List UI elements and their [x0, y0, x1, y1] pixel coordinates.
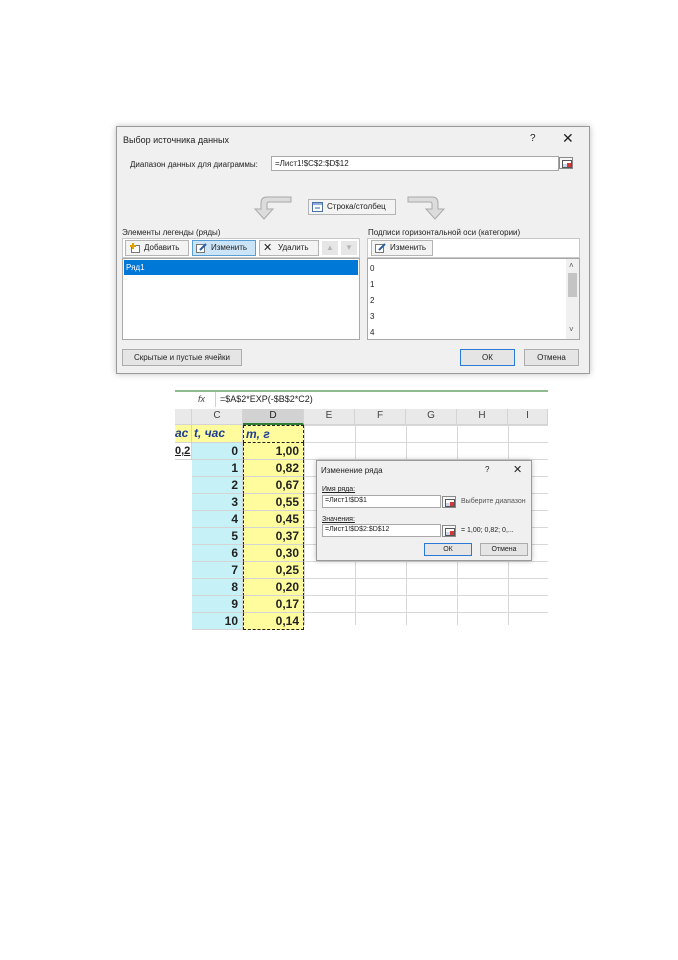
category-item[interactable]: 0	[370, 264, 374, 273]
cell-c[interactable]: 4	[192, 511, 243, 528]
cell-d[interactable]: 0,20	[243, 579, 304, 596]
column-header-b[interactable]	[175, 409, 192, 425]
move-down-icon[interactable]: ▼	[341, 241, 357, 255]
switch-icon	[312, 202, 323, 212]
formula-input[interactable]: =$A$2*EXP(-$B$2*C2)	[220, 394, 313, 404]
arrow-right-icon	[407, 196, 446, 220]
cell-c[interactable]: 2	[192, 477, 243, 494]
arrow-left-icon	[253, 196, 292, 220]
close-button[interactable]: ✕	[562, 130, 574, 147]
name-range-select-icon[interactable]	[442, 496, 456, 508]
header-cell-d[interactable]: m, г	[243, 425, 304, 443]
series-values-label: Значения:	[322, 516, 355, 523]
add-icon	[129, 243, 140, 253]
add-series-button[interactable]: Добавить	[125, 240, 189, 256]
values-range-select-icon[interactable]	[442, 525, 456, 537]
fx-icon[interactable]: fx	[198, 394, 205, 404]
column-header-i[interactable]: I	[508, 409, 548, 425]
legend-entries-label: Элементы легенды (ряды)	[122, 228, 221, 237]
series-name-label: Имя ряда:	[322, 486, 356, 493]
switch-row-column-button[interactable]: Строка/столбец	[308, 199, 396, 215]
edit-series-button[interactable]: Изменить	[192, 240, 256, 256]
column-header-c[interactable]: C	[192, 409, 243, 425]
edit-axis-button[interactable]: Изменить	[371, 240, 433, 256]
column-header-d[interactable]: D	[243, 409, 304, 425]
cell-c[interactable]: 10	[192, 613, 243, 630]
category-item[interactable]: 4	[370, 328, 374, 337]
column-header-f[interactable]: F	[355, 409, 406, 425]
edit-icon	[196, 243, 207, 253]
cell-c[interactable]: 6	[192, 545, 243, 562]
switch-label: Строка/столбец	[327, 202, 386, 211]
category-scrollbar[interactable]: ˄ ˅	[566, 259, 579, 339]
delete-series-button[interactable]: ✕ Удалить	[259, 240, 319, 256]
cell-c[interactable]: 9	[192, 596, 243, 613]
axis-labels-label: Подписи горизонтальной оси (категории)	[368, 228, 521, 237]
axis-toolbar: Изменить	[367, 238, 580, 258]
scroll-up-icon[interactable]: ˄	[569, 261, 574, 270]
cancel-button[interactable]: Отмена	[480, 543, 528, 556]
cell-c[interactable]: 5	[192, 528, 243, 545]
delete-icon: ✕	[263, 242, 273, 254]
edit-series-dialog: Изменение ряда ? ✕ Имя ряда: =Лист1!$D$1…	[316, 460, 532, 561]
series-name-hint: Выберите диапазон	[461, 498, 526, 505]
formula-bar: fx =$A$2*EXP(-$B$2*C2)	[175, 390, 548, 409]
category-item[interactable]: 1	[370, 280, 374, 289]
cell-d[interactable]: 0,67	[243, 477, 304, 494]
dialog-title: Выбор источника данных	[123, 135, 229, 145]
range-input[interactable]: =Лист1!$C$2:$D$12	[271, 156, 559, 171]
category-item[interactable]: 3	[370, 312, 374, 321]
column-header-g[interactable]: G	[406, 409, 457, 425]
header-cell-c[interactable]: t, час	[192, 425, 243, 443]
header-cell-b[interactable]: ас	[175, 425, 192, 443]
cancel-button[interactable]: Отмена	[524, 349, 579, 366]
formula-divider	[215, 392, 216, 407]
edit-label: Изменить	[211, 243, 248, 252]
cell-c[interactable]: 3	[192, 494, 243, 511]
column-header-h[interactable]: H	[457, 409, 508, 425]
select-data-source-dialog: Выбор источника данных ? ✕ Диапазон данн…	[116, 126, 590, 374]
cell-d[interactable]: 0,55	[243, 494, 304, 511]
series-values-input[interactable]: =Лист1!$D$2:$D$12	[322, 524, 441, 537]
help-button[interactable]: ?	[530, 133, 536, 144]
cell-d[interactable]: 0,14	[243, 613, 304, 630]
cell-c[interactable]: 1	[192, 460, 243, 477]
delete-label: Удалить	[278, 243, 309, 252]
cell-c[interactable]: 0	[192, 443, 243, 460]
column-header-e[interactable]: E	[304, 409, 355, 425]
cell-c[interactable]: 7	[192, 562, 243, 579]
edit-icon	[375, 243, 386, 253]
range-label: Диапазон данных для диаграммы:	[130, 160, 258, 169]
series-list-item[interactable]: Ряд1	[124, 260, 358, 275]
add-label: Добавить	[144, 243, 180, 252]
cell-d[interactable]: 0,45	[243, 511, 304, 528]
category-item[interactable]: 2	[370, 296, 374, 305]
ok-button[interactable]: ОК	[460, 349, 515, 366]
cell-c[interactable]: 8	[192, 579, 243, 596]
scroll-down-icon[interactable]: ˅	[569, 325, 574, 334]
cell-d[interactable]: 0,37	[243, 528, 304, 545]
series-values-preview: = 1,00; 0,82; 0,...	[461, 527, 514, 534]
cell-d[interactable]: 0,25	[243, 562, 304, 579]
cell-d[interactable]: 1,00	[243, 443, 304, 460]
move-up-icon[interactable]: ▲	[322, 241, 338, 255]
scroll-thumb[interactable]	[568, 273, 577, 297]
dialog-title: Изменение ряда	[321, 466, 383, 475]
cell-d[interactable]: 0,82	[243, 460, 304, 477]
category-list: 0 1 2 3 4 ˄ ˅	[367, 258, 580, 340]
cell-b2[interactable]: 0,2	[175, 443, 192, 460]
range-select-icon[interactable]	[559, 157, 573, 169]
hidden-empty-cells-button[interactable]: Скрытые и пустые ячейки	[122, 349, 242, 366]
help-button[interactable]: ?	[485, 465, 489, 474]
series-name-input[interactable]: =Лист1!$D$1	[322, 495, 441, 508]
cell-d[interactable]: 0,17	[243, 596, 304, 613]
ok-button[interactable]: ОК	[424, 543, 472, 556]
cell-d[interactable]: 0,30	[243, 545, 304, 562]
legend-toolbar: Добавить Изменить ✕ Удалить ▲ ▼	[122, 238, 360, 258]
series-list: Ряд1	[122, 258, 360, 340]
edit-axis-label: Изменить	[390, 243, 427, 252]
close-button[interactable]: ✕	[513, 463, 522, 476]
